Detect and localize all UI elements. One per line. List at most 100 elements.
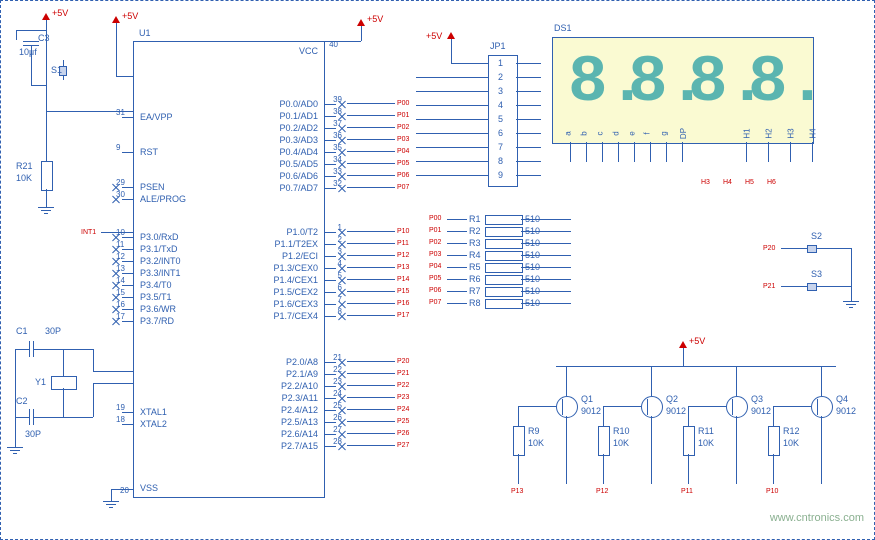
pin-label: P1.6/CEX3 xyxy=(273,299,318,309)
no-connect xyxy=(112,317,120,325)
pin-label: P0.1/AD1 xyxy=(279,111,318,121)
pin-label: P3.0/RxD xyxy=(140,232,179,242)
net-label: P12 xyxy=(596,488,608,495)
mcu-ref: U1 xyxy=(139,28,151,38)
r21-val: 10K xyxy=(16,173,32,183)
pin xyxy=(324,374,336,375)
pin xyxy=(324,316,336,317)
ds1-ref: DS1 xyxy=(554,23,572,33)
schematic: U1 VCC 40 VSS 20 EA/VPP31RST9PSEN29ALE/P… xyxy=(0,0,875,540)
power-jp xyxy=(447,32,455,39)
pin xyxy=(122,261,134,262)
pin-label: P3.7/RD xyxy=(140,316,174,326)
resistor-val: 10K xyxy=(698,438,714,448)
resistor xyxy=(485,215,523,225)
net-label: P20 xyxy=(397,358,409,365)
pin xyxy=(324,176,336,177)
s3-net: P21 xyxy=(763,283,775,290)
no-connect xyxy=(338,184,346,192)
net-label: P05 xyxy=(429,275,441,282)
net-label: P07 xyxy=(429,299,441,306)
pin-label: P3.6/WR xyxy=(140,304,176,314)
net-label: P27 xyxy=(397,442,409,449)
resistor-ref: R11 xyxy=(698,426,714,436)
pin xyxy=(122,424,134,425)
net-label: P04 xyxy=(397,148,409,155)
display-pin-label: H1 xyxy=(743,128,752,138)
ea-supply-label: +5V xyxy=(122,11,138,21)
digit-4: 8. xyxy=(748,48,798,120)
net-label: P02 xyxy=(397,124,409,131)
digit-1: 8. xyxy=(568,48,618,120)
jp-supply-label: +5V xyxy=(426,31,442,41)
pin-label: P3.4/T0 xyxy=(140,280,172,290)
resistor-val: 10K xyxy=(528,438,544,448)
pin-label: P2.4/A12 xyxy=(281,405,318,415)
c1-ref: C1 xyxy=(16,326,28,336)
pin-label: XTAL1 xyxy=(140,407,167,417)
pin-label: P3.2/INT0 xyxy=(140,256,181,266)
pin xyxy=(324,292,336,293)
pin xyxy=(122,321,134,322)
jp-pin: 3 xyxy=(498,86,503,96)
net-label: P13 xyxy=(397,264,409,271)
net-label: P23 xyxy=(397,394,409,401)
pin-label: P0.5/AD5 xyxy=(279,159,318,169)
watermark: www.cntronics.com xyxy=(770,512,864,524)
resistor-val: 10K xyxy=(783,438,799,448)
pin-label: P0.0/AD0 xyxy=(279,99,318,109)
pin-number: 18 xyxy=(116,415,125,424)
pin-label: EA/VPP xyxy=(140,112,173,122)
crystal-y1 xyxy=(51,376,77,390)
resistor-ref: R12 xyxy=(783,426,800,436)
display-pin-label: g xyxy=(660,131,669,135)
pin-label: P1.3/CEX0 xyxy=(273,263,318,273)
net-label: H3 xyxy=(701,179,710,186)
pin xyxy=(324,256,336,257)
vss-pin: 20 xyxy=(120,486,129,495)
pin-number: 9 xyxy=(116,143,120,152)
resistor xyxy=(485,263,523,273)
button-s3[interactable] xyxy=(801,281,821,291)
resistor xyxy=(485,251,523,261)
jp-pin: 9 xyxy=(498,170,503,180)
resistor-ref: R6 xyxy=(469,274,481,284)
pin-label: P1.0/T2 xyxy=(286,227,318,237)
power-trans xyxy=(679,341,687,348)
net-label: P02 xyxy=(429,239,441,246)
button-s2[interactable] xyxy=(801,243,821,253)
net-label: H5 xyxy=(745,179,754,186)
net-label: P03 xyxy=(397,136,409,143)
pin-label: P0.7/AD7 xyxy=(279,183,318,193)
pin-label: P0.2/AD2 xyxy=(279,123,318,133)
jp-pin: 4 xyxy=(498,100,503,110)
pin xyxy=(324,164,336,165)
pin xyxy=(324,268,336,269)
y1-ref: Y1 xyxy=(35,377,46,387)
transistor xyxy=(726,396,748,418)
resistor-ref: R3 xyxy=(469,238,481,248)
pin xyxy=(324,386,336,387)
pin-label: P2.3/A11 xyxy=(282,393,318,403)
pin-label: P0.3/AD3 xyxy=(279,135,318,145)
pin-label: P0.6/AD6 xyxy=(279,171,318,181)
jp-pin: 2 xyxy=(498,72,503,82)
net-label: P11 xyxy=(397,240,409,247)
pin xyxy=(324,304,336,305)
display-pin-label: DP xyxy=(679,128,688,139)
pin-label: P3.5/T1 xyxy=(140,292,172,302)
pin-label: P2.1/A9 xyxy=(286,369,318,379)
jp-pin: 5 xyxy=(498,114,503,124)
transistor-ref: Q4 xyxy=(836,394,848,404)
pin xyxy=(324,398,336,399)
net-label: P15 xyxy=(397,288,409,295)
resistor-ref: R7 xyxy=(469,286,481,296)
jp-pin: 6 xyxy=(498,128,503,138)
net-label: P11 xyxy=(681,488,693,495)
pin xyxy=(122,237,134,238)
c2-val: 30P xyxy=(25,429,41,439)
resistor-ref: R1 xyxy=(469,214,481,224)
pin xyxy=(324,128,336,129)
pin xyxy=(324,140,336,141)
display-pin-label: d xyxy=(612,131,621,135)
